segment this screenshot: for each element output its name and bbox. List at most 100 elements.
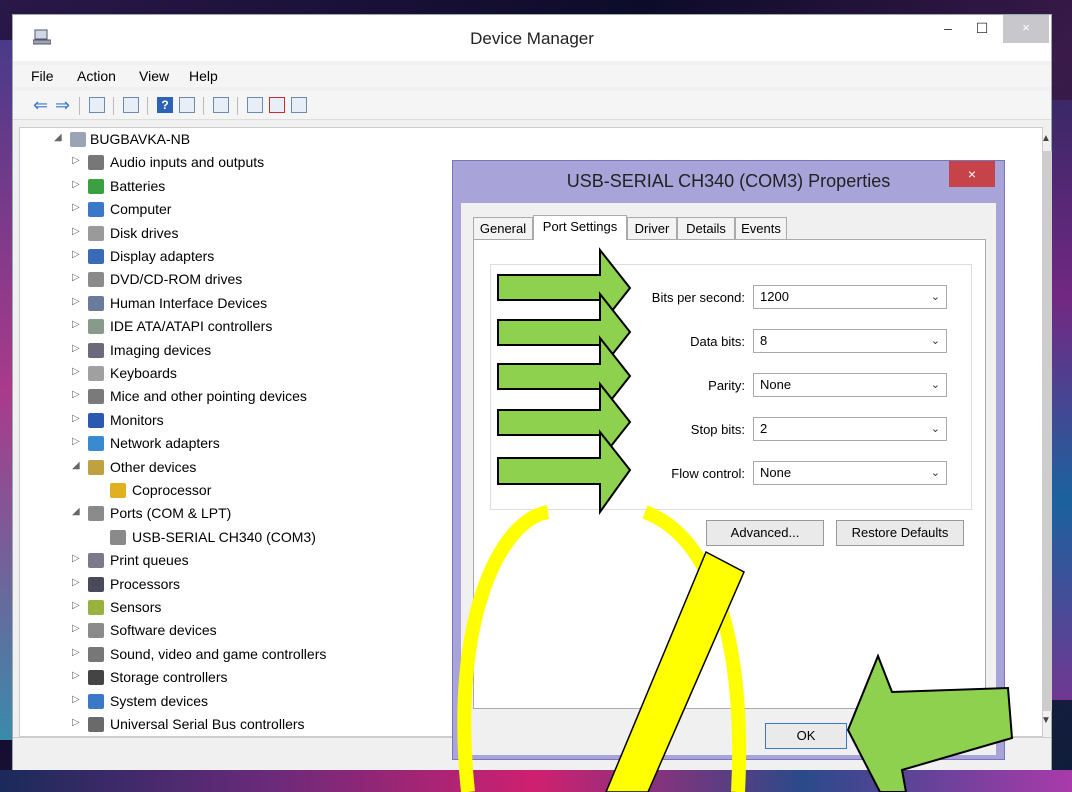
menu-file[interactable]: File	[31, 68, 54, 84]
collapse-arrow-icon[interactable]: ◢	[72, 460, 82, 471]
tree-item-label: Sound, video and game controllers	[110, 645, 327, 662]
tab-details[interactable]: Details	[677, 217, 735, 239]
parity-select[interactable]: None ⌄	[753, 373, 947, 397]
wallpaper-streak	[0, 40, 12, 740]
chevron-down-icon: ⌄	[930, 423, 940, 435]
expand-arrow-icon[interactable]: ▷	[72, 249, 82, 260]
show-action-pane-icon[interactable]	[179, 97, 195, 113]
unknown-device-icon	[88, 459, 104, 475]
expand-arrow-icon[interactable]: ▷	[72, 272, 82, 283]
port-icon	[88, 506, 104, 522]
chevron-down-icon: ⌄	[930, 291, 940, 303]
tree-item-label: Coprocessor	[132, 482, 212, 498]
settings-group: Bits per second: 1200 ⌄ Data bits: 8 ⌄ Par…	[490, 264, 972, 510]
enable-device-icon[interactable]	[291, 97, 307, 113]
scroll-thumb[interactable]	[1042, 151, 1052, 711]
tree-item-label: Monitors	[110, 411, 164, 428]
tree-item-label: Network adapters	[110, 435, 220, 452]
expand-arrow-icon[interactable]: ▷	[72, 366, 82, 377]
help-icon[interactable]: ?	[157, 97, 173, 113]
ok-button[interactable]: OK	[765, 723, 847, 749]
sensor-icon	[88, 600, 104, 615]
expand-arrow-icon[interactable]: ▷	[72, 694, 82, 705]
expand-arrow-icon[interactable]: ▷	[72, 670, 82, 681]
back-arrow-icon[interactable]: ⇐	[33, 96, 49, 114]
expand-arrow-icon[interactable]: ▷	[72, 179, 82, 190]
tree-item-label: Keyboards	[110, 365, 177, 381]
expand-arrow-icon[interactable]: ▷	[72, 155, 82, 166]
restore-defaults-button[interactable]: Restore Defaults	[836, 520, 964, 546]
forward-arrow-icon[interactable]: ⇒	[55, 96, 71, 114]
speaker-icon	[88, 155, 104, 171]
tab-events[interactable]: Events	[735, 217, 787, 239]
update-driver-icon[interactable]	[247, 97, 263, 113]
minimize-button[interactable]: –	[931, 15, 965, 43]
expand-arrow-icon[interactable]: ▷	[72, 389, 82, 400]
menu-help[interactable]: Help	[189, 68, 218, 84]
expand-arrow-icon[interactable]: ▷	[72, 436, 82, 447]
tree-item-label: Ports (COM & LPT)	[110, 505, 232, 522]
scroll-down-icon[interactable]: ▼	[1041, 715, 1051, 726]
hid-icon	[88, 295, 104, 311]
ide-icon	[88, 319, 104, 335]
flow-control-select[interactable]: None ⌄	[753, 461, 947, 485]
tree-item-label: Batteries	[110, 177, 166, 194]
expand-arrow-icon[interactable]: ▷	[72, 717, 82, 728]
tree-root-label: BUGBAVKA-NB	[90, 131, 191, 147]
close-button[interactable]: ×	[1003, 15, 1049, 43]
tab-general[interactable]: General	[473, 217, 533, 239]
system-icon	[88, 693, 104, 709]
printer-icon	[88, 553, 104, 569]
expand-arrow-icon[interactable]: ▷	[72, 623, 82, 634]
data-bits-select[interactable]: 8 ⌄	[753, 329, 947, 353]
expand-arrow-icon[interactable]: ▷	[72, 647, 82, 658]
bits-per-second-select[interactable]: 1200 ⌄	[753, 285, 947, 309]
dialog-close-button[interactable]: ×	[949, 161, 995, 187]
data-bits-label: Data bits:	[690, 334, 745, 349]
scan-hardware-icon[interactable]	[213, 97, 229, 113]
expand-arrow-icon[interactable]: ▷	[72, 226, 82, 237]
expand-arrow-icon[interactable]: ▷	[72, 343, 82, 354]
stop-bits-value: 2	[760, 421, 768, 436]
show-hide-console-tree-icon[interactable]	[89, 97, 105, 113]
stop-bits-label: Stop bits:	[690, 422, 745, 437]
scroll-up-icon[interactable]: ▲	[1041, 133, 1051, 144]
expand-arrow-icon[interactable]: ▷	[72, 553, 82, 564]
display-icon	[88, 249, 104, 264]
expand-arrow-icon[interactable]: ▷	[72, 413, 82, 424]
toolbar: ⇐ ⇒ ?	[13, 91, 1051, 120]
title-bar[interactable]: Device Manager – ☐ ×	[13, 15, 1051, 61]
mouse-icon	[88, 389, 104, 405]
expand-arrow-icon[interactable]: ▷	[72, 202, 82, 213]
monitor-icon	[88, 412, 104, 428]
menu-action[interactable]: Action	[77, 68, 116, 84]
collapse-arrow-icon[interactable]: ◢	[54, 132, 64, 143]
expand-arrow-icon[interactable]: ▷	[72, 577, 82, 588]
expand-arrow-icon[interactable]: ▷	[72, 600, 82, 611]
keyboard-icon	[88, 366, 104, 381]
sound-icon	[88, 646, 104, 662]
advanced-button[interactable]: Advanced...	[706, 520, 824, 546]
computer-icon	[70, 132, 86, 147]
chevron-down-icon: ⌄	[930, 335, 940, 347]
maximize-button[interactable]: ☐	[965, 15, 999, 43]
stop-bits-select[interactable]: 2 ⌄	[753, 417, 947, 441]
dvd-icon	[88, 272, 104, 288]
usb-icon	[88, 717, 104, 732]
tree-item-label: Mice and other pointing devices	[110, 388, 307, 405]
expand-arrow-icon[interactable]: ▷	[72, 319, 82, 330]
tree-item-label: Storage controllers	[110, 669, 228, 686]
battery-icon	[88, 178, 104, 194]
collapse-arrow-icon[interactable]: ◢	[72, 506, 82, 517]
expand-arrow-icon[interactable]: ▷	[72, 296, 82, 307]
vertical-scrollbar[interactable]: ▲ ▼	[1041, 127, 1052, 735]
properties-icon[interactable]	[123, 97, 139, 113]
storage-icon	[88, 670, 104, 686]
menu-view[interactable]: View	[139, 68, 169, 84]
tree-item-label: Imaging devices	[110, 341, 212, 358]
tab-driver[interactable]: Driver	[627, 217, 677, 239]
warning-device-icon	[110, 483, 126, 498]
tab-port-settings[interactable]: Port Settings	[533, 215, 627, 240]
software-icon	[88, 623, 104, 639]
uninstall-device-icon[interactable]	[269, 97, 285, 113]
